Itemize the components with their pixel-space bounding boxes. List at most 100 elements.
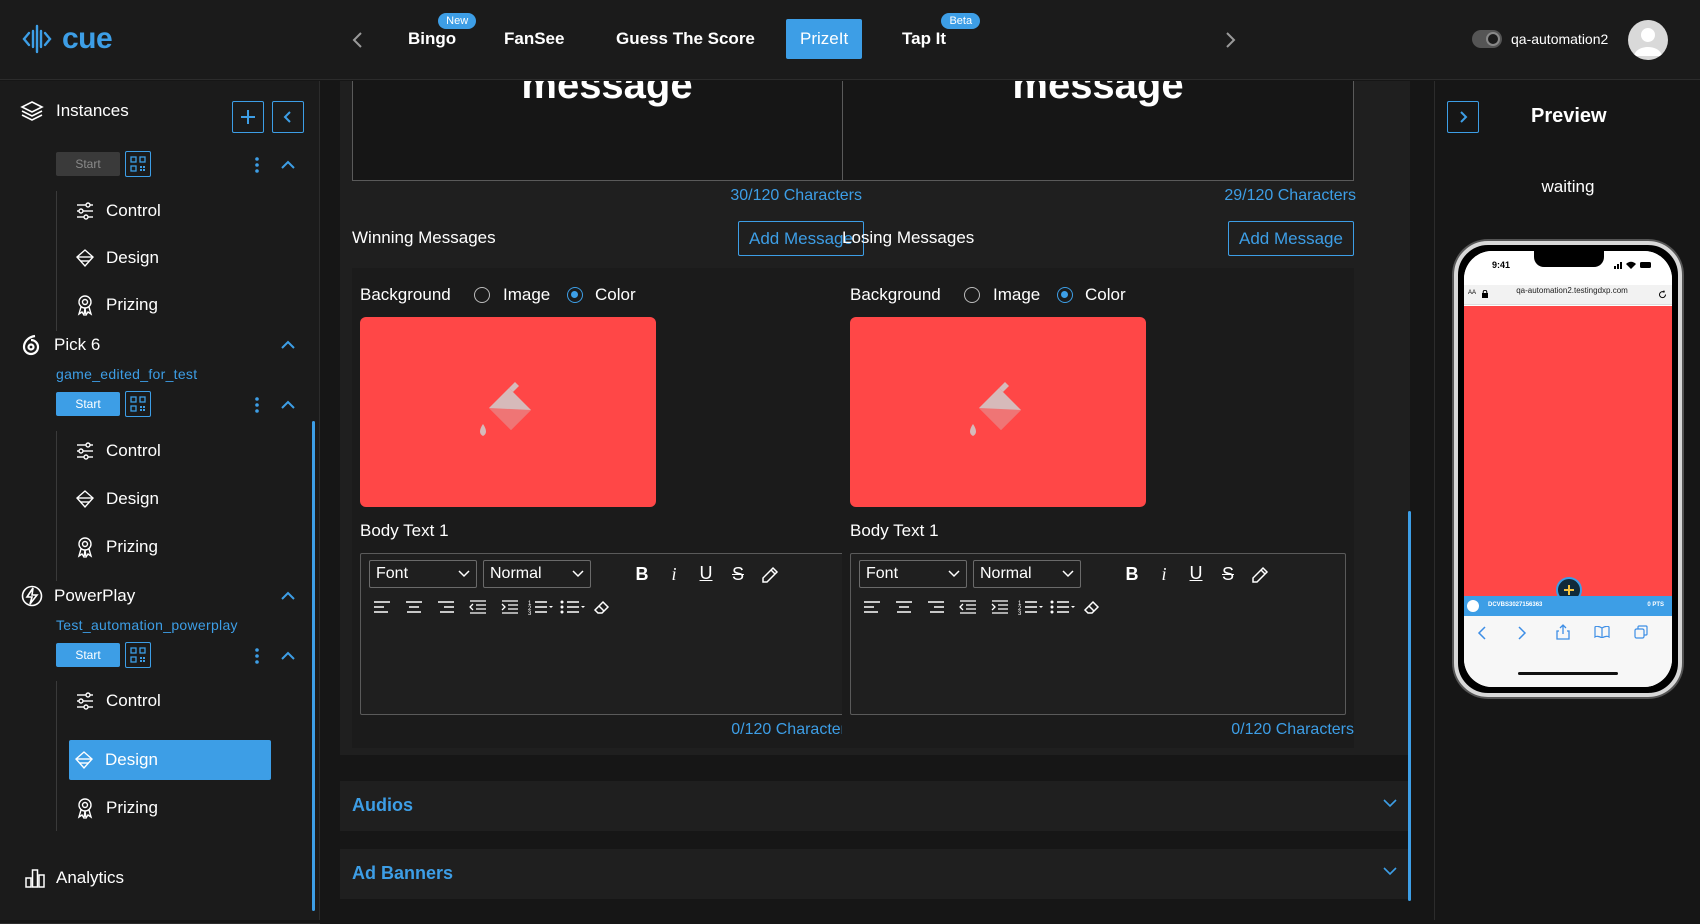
bullet-list-icon[interactable] [1049,596,1077,618]
more-options-icon[interactable] [253,646,261,666]
reload-icon[interactable] [1658,290,1667,299]
background-color-swatch[interactable] [850,317,1146,507]
sidebar-item-design[interactable]: Design [70,238,272,278]
underline-icon[interactable]: U [695,562,717,584]
group-header-powerplay[interactable]: PowerPlay [20,584,135,608]
outdent-icon[interactable] [957,596,979,618]
avatar[interactable] [1628,20,1668,60]
chevron-left-icon[interactable] [346,28,370,52]
text-size-control[interactable]: AA [1468,290,1476,296]
collapse-sidebar-button[interactable] [272,101,304,133]
bullet-list-icon[interactable] [559,596,587,618]
italic-icon[interactable]: i [663,563,685,585]
highlighter-icon[interactable] [1249,564,1271,586]
more-options-icon[interactable] [253,155,261,175]
accordion-ad-banners[interactable]: Ad Banners [340,849,1410,899]
align-left-icon[interactable] [861,596,883,618]
sidebar-item-design[interactable]: Design [70,479,272,519]
tabs-icon[interactable] [1634,625,1648,639]
body-text-editor[interactable]: Font Normal B i U S 123 [850,553,1346,715]
font-select[interactable]: Font [369,560,477,588]
indent-icon[interactable] [989,596,1011,618]
forward-icon[interactable] [1516,626,1528,640]
message-textarea[interactable]: message [352,81,862,181]
size-select[interactable]: Normal [973,560,1081,588]
accordion-title: Ad Banners [352,863,454,883]
align-center-icon[interactable] [893,596,915,618]
radio-color[interactable] [1057,287,1073,303]
tab-label: PrizeIt [800,29,849,48]
start-button[interactable]: Start [56,152,120,176]
group-header-pick6[interactable]: Pick 6 [20,333,100,357]
align-left-icon[interactable] [371,596,393,618]
font-select[interactable]: Font [859,560,967,588]
bold-icon[interactable]: B [631,563,653,585]
sidebar-item-control[interactable]: Control [70,681,272,721]
game-name-link[interactable]: Test_automation_powerplay [56,617,238,633]
lock-icon [1482,290,1488,298]
chevron-right-icon[interactable] [1218,28,1242,52]
radio-color[interactable] [567,287,583,303]
sidebar-item-prizing[interactable]: Prizing [70,788,272,828]
highlighter-icon[interactable] [759,564,781,586]
share-icon[interactable] [1556,624,1570,640]
chevron-up-icon[interactable] [278,586,298,606]
align-center-icon[interactable] [403,596,425,618]
body-text-editor[interactable]: Font Normal B i U S 123 [360,553,854,715]
size-select[interactable]: Normal [483,560,591,588]
ordered-list-icon[interactable]: 123 [527,596,555,618]
tab-guess-the-score[interactable]: Guess The Score [602,19,769,59]
game-name-link[interactable]: game_edited_for_test [56,366,197,382]
sidebar-item-control[interactable]: Control [70,191,272,231]
bookmarks-icon[interactable] [1594,626,1610,638]
italic-icon[interactable]: i [1153,563,1175,585]
background-color-swatch[interactable] [360,317,656,507]
chevron-down-icon [572,570,584,578]
expand-preview-button[interactable] [1447,101,1479,133]
align-right-icon[interactable] [435,596,457,618]
theme-toggle[interactable] [1472,30,1502,48]
outdent-icon[interactable] [467,596,489,618]
back-icon[interactable] [1476,626,1488,640]
main-scrollbar[interactable] [1408,511,1411,901]
radio-image[interactable] [474,287,490,303]
tab-bingo[interactable]: Bingo New [394,13,477,59]
ordered-list-icon[interactable]: 123 [1017,596,1045,618]
sidebar-item-prizing[interactable]: Prizing [70,285,272,325]
add-instance-button[interactable] [232,101,264,133]
tab-tap-it[interactable]: Tap It Beta [888,13,981,59]
chevron-up-icon[interactable] [278,646,298,666]
chevron-up-icon[interactable] [278,395,298,415]
qr-code-button[interactable] [125,391,151,417]
tab-prizeit[interactable]: PrizeIt [786,19,863,59]
sidebar-scrollbar[interactable] [312,421,315,911]
accordion-audios[interactable]: Audios [340,781,1410,831]
eraser-icon[interactable] [591,596,613,618]
tab-fansee[interactable]: FanSee [490,19,578,59]
qr-code-button[interactable] [125,151,151,177]
username[interactable]: qa-automation2 [1511,31,1608,47]
char-count: 29/120 Characters [1224,187,1356,204]
underline-icon[interactable]: U [1185,562,1207,584]
start-button[interactable]: Start [56,643,120,667]
chevron-up-icon[interactable] [278,335,298,355]
bold-icon[interactable]: B [1121,563,1143,585]
sidebar-item-control[interactable]: Control [70,431,272,471]
radio-image[interactable] [964,287,980,303]
eraser-icon[interactable] [1081,596,1103,618]
align-right-icon[interactable] [925,596,947,618]
qr-code-button[interactable] [125,642,151,668]
strikethrough-icon[interactable]: S [727,563,749,585]
message-textarea[interactable]: message [842,81,1354,181]
sidebar-item-design-active[interactable]: Design [69,740,271,780]
browser-address-bar[interactable]: AA qa-automation2.testingdxp.com [1464,285,1672,305]
indent-icon[interactable] [499,596,521,618]
add-losing-message-button[interactable]: Add Message [1228,221,1354,256]
start-button[interactable]: Start [56,392,120,416]
cue-logo[interactable]: cue [22,22,113,56]
chevron-up-icon[interactable] [278,155,298,175]
sidebar-item-prizing[interactable]: Prizing [70,527,272,567]
strikethrough-icon[interactable]: S [1217,563,1239,585]
more-options-icon[interactable] [253,395,261,415]
sidebar-item-analytics[interactable]: Analytics [24,867,124,889]
